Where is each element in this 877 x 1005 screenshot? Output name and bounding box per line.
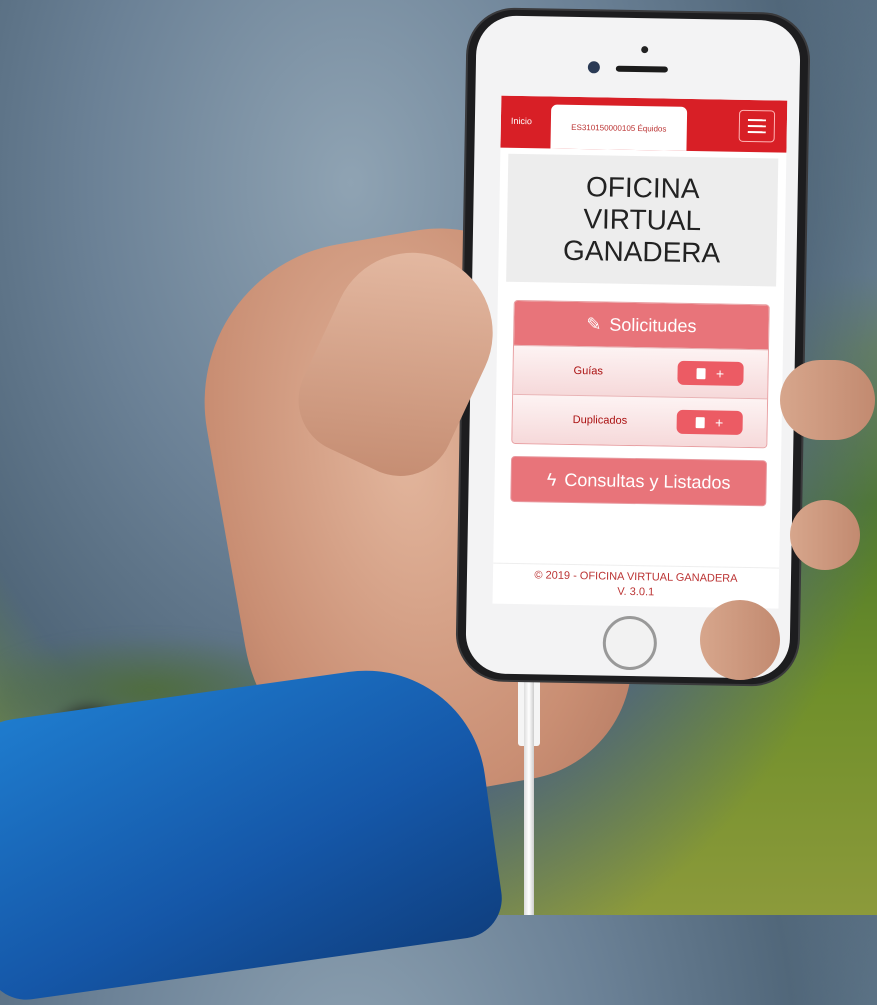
list-item-guias: Guías + bbox=[513, 344, 768, 399]
finger bbox=[780, 360, 875, 440]
smartphone: Inicio ES310150000105 Équidos OFICINA VI… bbox=[457, 9, 809, 685]
tab-equidos[interactable]: ES310150000105 Équidos bbox=[550, 104, 688, 151]
charging-cable bbox=[524, 682, 534, 915]
consultas-button[interactable]: ϟ Consultas y Listados bbox=[510, 455, 768, 507]
plus-icon: + bbox=[714, 414, 724, 431]
consultas-label: Consultas y Listados bbox=[564, 469, 731, 493]
list-item-duplicados: Duplicados + bbox=[512, 393, 768, 448]
finger bbox=[790, 500, 860, 570]
solicitudes-panel: ✎ Solicitudes Guías + Duplicados + bbox=[511, 299, 770, 449]
solicitudes-label: Solicitudes bbox=[609, 314, 697, 336]
page-title: OFICINA VIRTUAL GANADERA bbox=[506, 153, 779, 287]
lightning-icon: ϟ bbox=[546, 469, 557, 490]
finger bbox=[700, 600, 780, 680]
pencil-icon: ✎ bbox=[586, 313, 602, 334]
title-line-1: OFICINA bbox=[585, 171, 700, 205]
duplicados-label: Duplicados bbox=[572, 413, 628, 427]
sensor-icon bbox=[641, 46, 649, 54]
camera-icon bbox=[587, 61, 600, 74]
phone-body: Inicio ES310150000105 Équidos OFICINA VI… bbox=[465, 15, 801, 679]
duplicados-add-button[interactable]: + bbox=[676, 409, 743, 435]
title-line-3: GANADERA bbox=[562, 234, 721, 269]
document-icon bbox=[696, 367, 707, 379]
phone-screen: Inicio ES310150000105 Équidos OFICINA VI… bbox=[492, 95, 788, 609]
guias-add-button[interactable]: + bbox=[677, 360, 744, 386]
solicitudes-header[interactable]: ✎ Solicitudes bbox=[514, 300, 769, 350]
home-button[interactable] bbox=[602, 615, 658, 671]
hamburger-menu-icon[interactable] bbox=[738, 109, 776, 143]
title-line-2: VIRTUAL bbox=[583, 203, 702, 237]
footer: © 2019 - OFICINA VIRTUAL GANADERA V. 3.0… bbox=[492, 562, 780, 603]
document-icon bbox=[696, 416, 706, 428]
plus-icon: + bbox=[715, 365, 725, 382]
guias-label: Guías bbox=[573, 364, 604, 378]
top-navbar: Inicio ES310150000105 Équidos bbox=[500, 95, 788, 153]
tab-inicio[interactable]: Inicio bbox=[511, 116, 532, 126]
speaker-icon bbox=[615, 65, 668, 73]
